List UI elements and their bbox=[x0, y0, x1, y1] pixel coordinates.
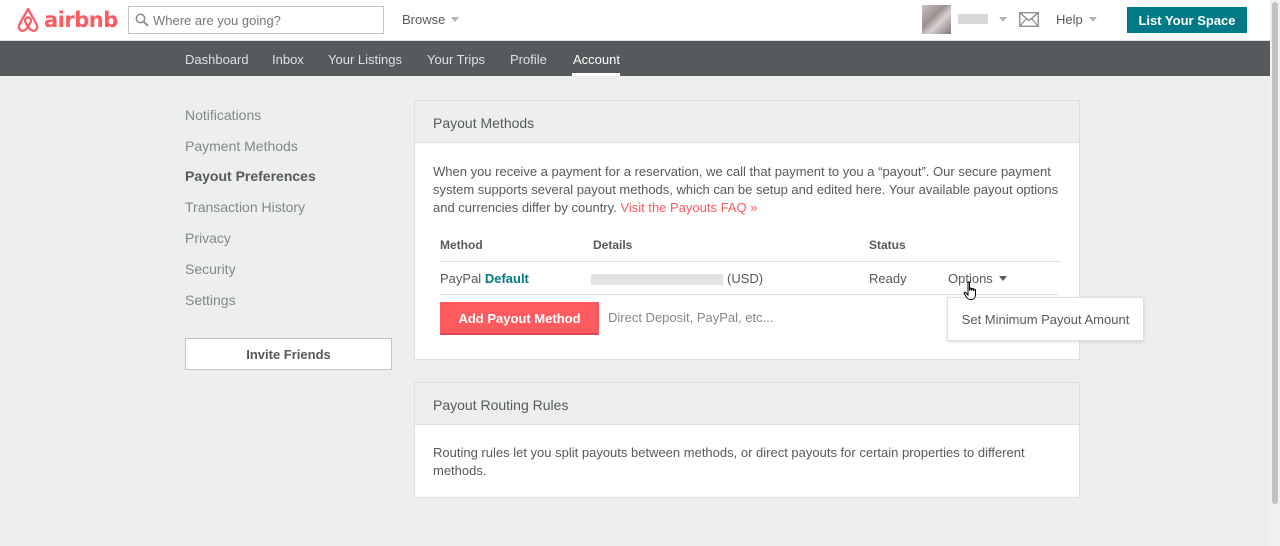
payout-routing-panel: Payout Routing Rules Routing rules let y… bbox=[414, 382, 1080, 498]
browse-menu[interactable]: Browse bbox=[402, 12, 460, 27]
details-cell: (USD) bbox=[591, 271, 763, 286]
sidenav-item-payout-preferences[interactable]: Payout Preferences bbox=[185, 168, 316, 184]
account-subnav: Dashboard Inbox Your Listings Your Trips… bbox=[0, 41, 1270, 76]
chevron-down-icon bbox=[451, 17, 460, 22]
browse-label: Browse bbox=[402, 12, 446, 27]
search-input[interactable] bbox=[153, 12, 373, 28]
redacted-account bbox=[591, 274, 723, 286]
top-header: airbnb Browse Help List Your Space bbox=[0, 0, 1270, 41]
brand-name: airbnb bbox=[44, 7, 118, 32]
username-redacted[interactable] bbox=[958, 14, 988, 24]
sidenav-item-payment-methods[interactable]: Payment Methods bbox=[185, 138, 298, 154]
sidenav-item-transaction-history[interactable]: Transaction History bbox=[185, 199, 305, 215]
column-header-method: Method bbox=[440, 238, 483, 252]
scrollbar-thumb[interactable] bbox=[1272, 2, 1278, 504]
table-divider bbox=[440, 261, 1061, 262]
help-menu[interactable]: Help bbox=[1056, 12, 1097, 27]
chevron-down-icon bbox=[1088, 17, 1097, 22]
options-menu: Set Minimum Payout Amount bbox=[947, 297, 1144, 341]
sidenav-item-privacy[interactable]: Privacy bbox=[185, 230, 231, 246]
airbnb-belo-icon bbox=[17, 7, 39, 32]
avatar[interactable] bbox=[922, 5, 951, 34]
subnav-item-profile[interactable]: Profile bbox=[510, 52, 547, 67]
sidenav-item-notifications[interactable]: Notifications bbox=[185, 107, 261, 123]
mail-icon[interactable] bbox=[1019, 12, 1039, 30]
sidenav-item-security[interactable]: Security bbox=[185, 261, 236, 277]
help-label: Help bbox=[1056, 12, 1083, 27]
method-cell: PayPal Default bbox=[440, 271, 529, 286]
search-box[interactable] bbox=[128, 6, 384, 34]
panel-title: Payout Methods bbox=[415, 101, 1079, 143]
hand-pointer-cursor-icon bbox=[963, 281, 976, 300]
subnav-item-inbox[interactable]: Inbox bbox=[272, 52, 304, 67]
subnav-item-your-trips[interactable]: Your Trips bbox=[427, 52, 485, 67]
column-header-status: Status bbox=[869, 238, 906, 252]
method-name: PayPal bbox=[440, 271, 482, 286]
panel-title: Payout Routing Rules bbox=[415, 383, 1079, 425]
add-payout-hint: Direct Deposit, PayPal, etc... bbox=[608, 310, 774, 325]
default-badge: Default bbox=[484, 271, 529, 286]
caret-down-icon bbox=[998, 276, 1007, 281]
menu-item-set-minimum-payout[interactable]: Set Minimum Payout Amount bbox=[962, 312, 1130, 327]
subnav-item-your-listings[interactable]: Your Listings bbox=[328, 52, 402, 67]
add-payout-method-button[interactable]: Add Payout Method bbox=[440, 302, 599, 335]
sidenav-item-settings[interactable]: Settings bbox=[185, 292, 236, 308]
invite-friends-button[interactable]: Invite Friends bbox=[185, 338, 392, 370]
payout-description: When you receive a payment for a reserva… bbox=[415, 143, 1079, 217]
search-icon bbox=[135, 13, 149, 27]
user-menu-chevron-down-icon[interactable] bbox=[999, 17, 1007, 22]
status-cell: Ready bbox=[869, 271, 907, 286]
active-tab-indicator bbox=[572, 73, 620, 76]
subnav-item-account[interactable]: Account bbox=[573, 52, 620, 67]
payouts-faq-link[interactable]: Visit the Payouts FAQ » bbox=[620, 200, 757, 215]
currency: (USD) bbox=[727, 271, 764, 286]
subnav-item-dashboard[interactable]: Dashboard bbox=[185, 52, 249, 67]
list-your-space-button[interactable]: List Your Space bbox=[1127, 7, 1247, 33]
airbnb-logo[interactable]: airbnb bbox=[16, 6, 118, 33]
page-scrollbar[interactable] bbox=[1270, 0, 1280, 546]
column-header-details: Details bbox=[593, 238, 633, 252]
routing-description: Routing rules let you split payouts betw… bbox=[433, 445, 1025, 478]
